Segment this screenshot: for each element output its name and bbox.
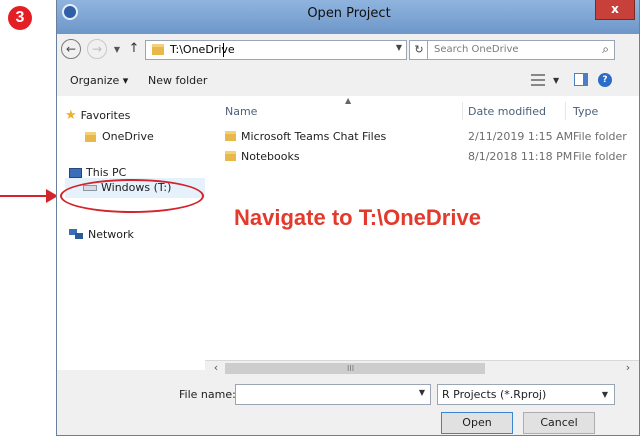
new-folder-button[interactable]: New folder <box>148 74 207 87</box>
navigation-bar: ← → ▼ ↑ T:\OneDrive ▼ ↻ Search OneDrive … <box>57 34 639 64</box>
address-bar[interactable]: T:\OneDrive ▼ <box>145 40 407 60</box>
sidebar-item-label: Network <box>88 228 134 241</box>
file-type-select[interactable]: R Projects (*.Rproj) ▼ <box>437 384 615 405</box>
search-placeholder: Search OneDrive <box>434 44 519 55</box>
preview-pane-icon[interactable] <box>574 73 588 86</box>
cancel-button[interactable]: Cancel <box>523 412 595 434</box>
view-dropdown-icon[interactable]: ▼ <box>553 76 559 85</box>
title-bar: Open Project x <box>57 0 639 34</box>
sidebar-item-network[interactable]: Network <box>69 228 134 241</box>
column-divider[interactable] <box>462 102 463 120</box>
file-name: Notebooks <box>241 149 300 163</box>
view-options-icon[interactable] <box>531 74 545 86</box>
file-name: Microsoft Teams Chat Files <box>241 129 387 143</box>
file-type-value: R Projects (*.Rproj) <box>442 388 547 401</box>
table-row[interactable]: Notebooks 8/1/2018 11:18 PM File folder <box>225 148 639 164</box>
command-toolbar: Organize ▾ New folder ▼ ? <box>57 68 639 94</box>
folder-icon <box>85 131 96 142</box>
scroll-right-icon[interactable]: › <box>621 361 635 376</box>
address-text: T:\OneDrive <box>170 43 235 56</box>
horizontal-scrollbar[interactable]: ‹ III › <box>205 360 639 376</box>
back-icon[interactable]: ← <box>61 39 81 59</box>
file-type: File folder <box>573 149 627 163</box>
folder-icon <box>152 44 164 55</box>
forward-icon[interactable]: → <box>87 39 107 59</box>
folder-icon <box>225 151 236 161</box>
address-dropdown-icon[interactable]: ▼ <box>396 43 402 52</box>
scrollbar-grip: III <box>347 364 355 373</box>
search-icon: ⌕ <box>602 42 609 56</box>
file-name-dropdown-icon[interactable]: ▼ <box>419 388 425 397</box>
sidebar-item-favorites[interactable]: ★ Favorites <box>65 108 130 123</box>
annotation-arrow <box>0 195 48 197</box>
column-header-type[interactable]: Type <box>573 105 598 118</box>
file-date: 8/1/2018 11:18 PM <box>468 149 573 163</box>
sidebar-item-label: Favorites <box>80 109 131 122</box>
navigation-pane: ★ Favorites OneDrive This PC Windows (T:… <box>57 96 205 370</box>
file-type-dropdown-icon[interactable]: ▼ <box>602 390 608 399</box>
recent-locations-dropdown-icon[interactable]: ▼ <box>111 45 123 54</box>
network-icon <box>69 229 83 240</box>
step-number-badge: 3 <box>8 6 32 30</box>
folder-icon <box>225 131 236 141</box>
sort-ascending-icon: ▲ <box>345 96 352 105</box>
file-name-input[interactable]: ▼ <box>235 384 431 405</box>
sidebar-item-label: OneDrive <box>102 130 154 143</box>
file-type: File folder <box>573 129 627 143</box>
column-divider[interactable] <box>565 102 566 120</box>
up-icon[interactable]: ↑ <box>127 41 141 56</box>
dialog-title: Open Project <box>307 6 391 21</box>
refresh-icon[interactable]: ↻ <box>409 40 429 60</box>
annotation-instruction: Navigate to T:\OneDrive <box>234 205 481 230</box>
annotation-highlight-circle <box>60 179 204 213</box>
scroll-left-icon[interactable]: ‹ <box>209 361 223 376</box>
search-input[interactable]: Search OneDrive ⌕ <box>427 40 615 60</box>
scrollbar-thumb[interactable]: III <box>225 363 485 374</box>
open-button[interactable]: Open <box>441 412 513 434</box>
sidebar-item-onedrive[interactable]: OneDrive <box>85 130 154 143</box>
column-header-date-modified[interactable]: Date modified <box>468 105 546 118</box>
column-header-name[interactable]: Name <box>225 105 257 118</box>
computer-icon <box>69 167 82 178</box>
file-date: 2/11/2019 1:15 AM <box>468 129 574 143</box>
star-icon: ★ <box>65 108 77 123</box>
help-icon[interactable]: ? <box>598 73 612 87</box>
dialog-footer: File name: ▼ R Projects (*.Rproj) ▼ Open… <box>57 378 639 435</box>
file-name-label: File name: <box>179 388 236 401</box>
organize-menu[interactable]: Organize ▾ <box>70 74 128 87</box>
close-button[interactable]: x <box>595 0 635 20</box>
table-row[interactable]: Microsoft Teams Chat Files 2/11/2019 1:1… <box>225 128 639 144</box>
text-caret <box>223 43 224 57</box>
